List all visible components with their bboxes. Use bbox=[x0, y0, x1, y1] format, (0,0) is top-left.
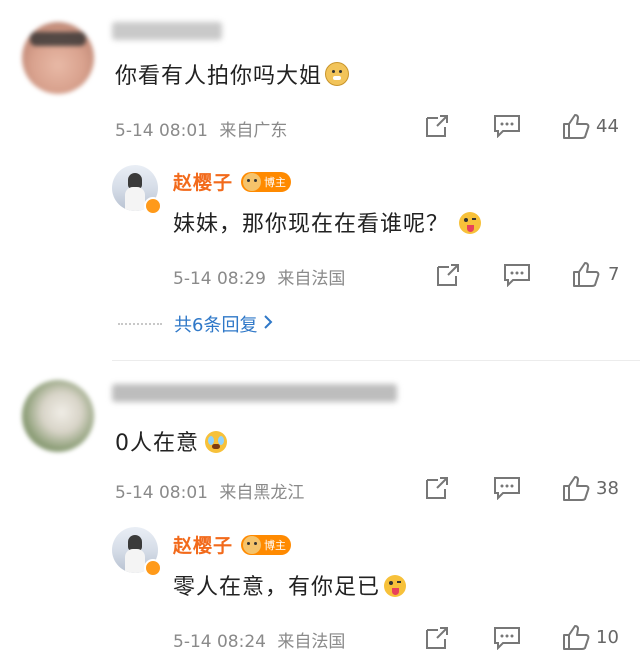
share-icon bbox=[424, 113, 450, 139]
more-replies-link[interactable]: 共6条回复 bbox=[118, 311, 273, 337]
chevron-right-icon bbox=[263, 314, 273, 334]
reply-location: 来自法国 bbox=[277, 632, 346, 652]
reply-like-count: 7 bbox=[608, 263, 620, 285]
like-icon bbox=[562, 112, 590, 140]
like-icon bbox=[572, 260, 600, 288]
dotted-line bbox=[118, 323, 162, 325]
reply-like-button[interactable]: 10 bbox=[562, 623, 619, 651]
like-button[interactable]: 38 bbox=[562, 474, 619, 502]
reply-comment-button[interactable] bbox=[503, 263, 531, 287]
reply-like-count: 10 bbox=[596, 626, 619, 648]
comment-divider bbox=[112, 360, 640, 361]
reply-like-button[interactable]: 7 bbox=[572, 260, 619, 288]
comment-meta: 5-14 08:01 来自广东 bbox=[115, 116, 287, 141]
like-button[interactable]: 44 bbox=[562, 112, 619, 140]
comment-button[interactable] bbox=[493, 114, 521, 138]
comment-location: 来自广东 bbox=[219, 121, 288, 141]
share-icon bbox=[424, 475, 450, 501]
blogger-badge: 博主 bbox=[241, 171, 292, 192]
commenter-name-blurred[interactable] bbox=[112, 22, 222, 40]
tongue-emoji-icon bbox=[459, 212, 482, 234]
comment-location: 来自黑龙江 bbox=[219, 483, 305, 503]
share-button[interactable] bbox=[424, 113, 450, 139]
like-icon bbox=[562, 623, 590, 651]
reply-time: 5-14 08:29 bbox=[173, 269, 266, 289]
like-count: 38 bbox=[596, 477, 619, 499]
comment-text: 0人在意 bbox=[115, 425, 227, 457]
comment-button[interactable] bbox=[493, 476, 521, 500]
tears-emoji-icon bbox=[205, 431, 227, 453]
like-count: 44 bbox=[596, 115, 619, 137]
comment-icon bbox=[493, 114, 521, 138]
reply-author[interactable]: 赵樱子 bbox=[173, 531, 233, 558]
comment-text: 你看有人拍你吗大姐 bbox=[115, 58, 350, 90]
reply-location: 来自法国 bbox=[277, 269, 346, 289]
reply-comment-button[interactable] bbox=[493, 626, 521, 650]
comment-time: 5-14 08:01 bbox=[115, 483, 208, 503]
commenter-avatar[interactable] bbox=[22, 380, 94, 452]
blogger-dog-icon bbox=[243, 172, 262, 191]
blogger-dog-icon bbox=[243, 535, 262, 554]
like-icon bbox=[562, 474, 590, 502]
comment-icon bbox=[503, 263, 531, 287]
reply-share-button[interactable] bbox=[424, 625, 450, 651]
reply-share-button[interactable] bbox=[435, 262, 461, 288]
comment-icon bbox=[493, 476, 521, 500]
commenter-avatar[interactable] bbox=[22, 22, 94, 94]
reply-avatar[interactable] bbox=[112, 527, 162, 577]
tongue-emoji-icon bbox=[384, 575, 407, 597]
share-icon bbox=[435, 262, 461, 288]
comment-icon bbox=[493, 626, 521, 650]
reply-meta: 5-14 08:24 来自法国 bbox=[173, 627, 345, 652]
doge-emoji-icon bbox=[325, 62, 350, 86]
comment-time: 5-14 08:01 bbox=[115, 121, 208, 141]
share-button[interactable] bbox=[424, 475, 450, 501]
reply-text: 零人在意，有你足已 bbox=[173, 569, 407, 601]
badge-label: 博主 bbox=[264, 175, 287, 189]
more-replies-label: 共6条回复 bbox=[174, 315, 258, 336]
reply-text: 妹妹，那你现在在看谁呢？ bbox=[173, 206, 482, 238]
blogger-badge: 博主 bbox=[241, 534, 292, 555]
reply-meta: 5-14 08:29 来自法国 bbox=[173, 264, 345, 289]
reply-avatar[interactable] bbox=[112, 165, 162, 215]
reply-author[interactable]: 赵樱子 bbox=[173, 168, 233, 195]
reply-time: 5-14 08:24 bbox=[173, 632, 266, 652]
badge-label: 博主 bbox=[264, 538, 287, 552]
comment-meta: 5-14 08:01 来自黑龙江 bbox=[115, 478, 304, 503]
share-icon bbox=[424, 625, 450, 651]
commenter-name-blurred[interactable] bbox=[112, 384, 397, 402]
verified-badge-icon bbox=[144, 559, 162, 577]
verified-badge-icon bbox=[144, 197, 162, 215]
